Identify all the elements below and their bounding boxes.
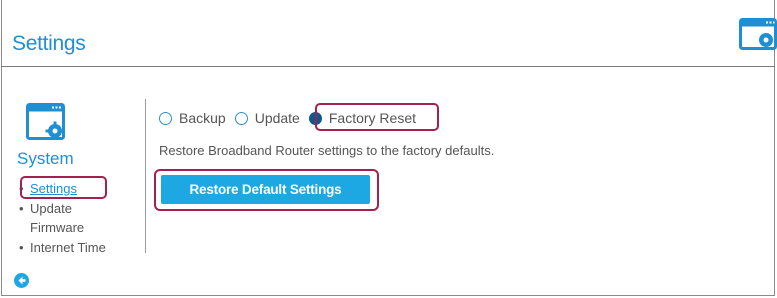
sidebar-section-label: System <box>17 149 74 168</box>
radio-update[interactable] <box>234 111 248 125</box>
list-bullet: • <box>19 201 24 216</box>
radio-update-label[interactable]: Update <box>255 110 300 126</box>
sidebar-item-update[interactable]: Update <box>30 201 72 217</box>
highlight-factory-reset <box>315 103 439 131</box>
sidebar-divider <box>145 99 146 253</box>
highlight-settings-link <box>20 176 107 199</box>
restore-description: Restore Broadband Router settings to the… <box>159 143 495 158</box>
sidebar-item-internet-time[interactable]: Internet Time <box>30 240 106 256</box>
sidebar-item-firmware[interactable]: Firmware <box>30 220 84 236</box>
page-title: Settings <box>12 32 86 55</box>
page-header: Settings <box>1 0 777 67</box>
system-settings-icon <box>26 103 65 140</box>
restore-default-settings-button[interactable]: Restore Default Settings <box>161 175 370 204</box>
radio-backup-label[interactable]: Backup <box>179 110 226 126</box>
radio-backup[interactable] <box>159 111 172 125</box>
list-bullet: • <box>19 240 24 255</box>
back-arrow-icon[interactable] <box>14 273 29 288</box>
settings-window-icon <box>739 18 777 50</box>
